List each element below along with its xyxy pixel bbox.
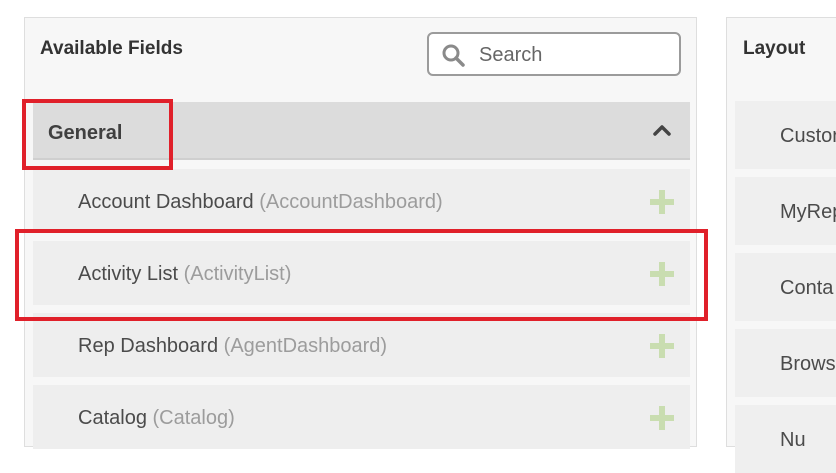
layout-item-label: Conta [780,277,834,299]
plus-icon[interactable] [649,189,675,215]
field-row-catalog[interactable]: Catalog (Catalog) [33,385,690,449]
layout-item[interactable]: MyRep [735,177,836,245]
layout-item-label: Custor [780,125,836,147]
layout-title: Layout [743,38,806,59]
field-code: (AccountDashboard) [259,191,443,213]
field-row-account-dashboard[interactable]: Account Dashboard (AccountDashboard) [33,169,690,233]
plus-icon[interactable] [649,261,675,287]
field-row-activity-list[interactable]: Activity List (ActivityList) [33,241,690,305]
layout-panel: Layout Custor MyRep Conta Brows Nu [726,17,836,473]
available-fields-title: Available Fields [40,38,183,59]
field-label: Activity List (ActivityList) [78,263,292,285]
search-box[interactable] [427,32,681,76]
layout-item[interactable]: Conta [735,253,836,321]
plus-icon[interactable] [649,405,675,431]
layout-item-label: MyRep [780,201,836,223]
available-fields-panel: Available Fields General Account Dashboa… [24,17,697,449]
group-label: General [48,122,123,144]
field-code: (Catalog) [152,407,235,429]
layout-item-label: Nu [780,429,806,451]
layout-item[interactable]: Brows [735,329,836,397]
layout-item-label: Brows [780,353,836,375]
field-code: (ActivityList) [183,263,292,285]
group-header-general[interactable]: General [33,102,690,160]
field-label: Rep Dashboard (AgentDashboard) [78,335,388,357]
layout-item[interactable]: Custor [735,101,836,169]
field-label: Account Dashboard (AccountDashboard) [78,191,443,213]
field-code: (AgentDashboard) [223,335,388,357]
field-row-rep-dashboard[interactable]: Rep Dashboard (AgentDashboard) [33,313,690,377]
chevron-up-icon[interactable] [653,124,671,136]
plus-icon[interactable] [649,333,675,359]
layout-item[interactable]: Nu [735,405,836,473]
field-label: Catalog (Catalog) [78,407,235,429]
search-icon [442,44,465,67]
search-input[interactable] [477,42,671,68]
